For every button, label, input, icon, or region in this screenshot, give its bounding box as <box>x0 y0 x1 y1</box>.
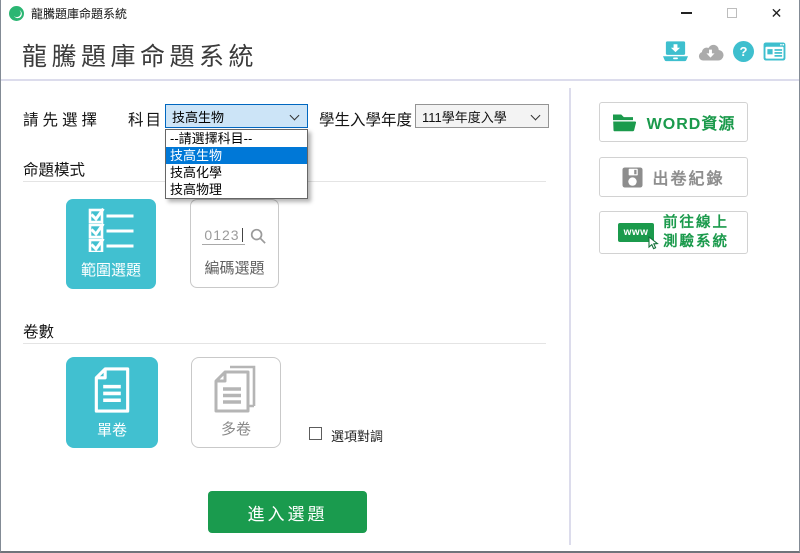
prompt-label: 請先選擇 <box>23 108 101 130</box>
multi-paper-button[interactable]: 多卷 <box>191 357 281 448</box>
checklist-icon <box>88 206 134 252</box>
single-document-icon <box>92 367 132 414</box>
word-resource-label: WORD資源 <box>647 110 736 134</box>
papers-section-title: 卷數 <box>23 320 54 342</box>
header: 龍騰題庫命題系統 ? <box>1 26 799 81</box>
chevron-down-icon <box>531 111 541 121</box>
chevron-down-icon <box>290 111 300 121</box>
enter-selection-label: 進入選題 <box>248 500 328 525</box>
code-input-field[interactable]: 0123 <box>202 227 266 245</box>
window-controls: ✕ <box>664 0 799 26</box>
code-input-value: 0123 <box>204 227 239 243</box>
online-test-label-line2: 測驗系統 <box>663 234 729 250</box>
minimize-icon <box>681 12 692 14</box>
subject-option-physics[interactable]: 技高物理 <box>166 181 307 198</box>
www-label: www <box>624 227 649 238</box>
app-logo-icon <box>9 6 24 21</box>
subject-option-biology[interactable]: 技高生物 <box>166 147 307 164</box>
help-icon[interactable]: ? <box>733 41 754 62</box>
range-select-label: 範圍選題 <box>81 259 141 280</box>
text-caret <box>242 228 243 242</box>
subject-option-chemistry[interactable]: 技高化學 <box>166 164 307 181</box>
code-select-button[interactable]: 0123 編碼選題 <box>190 199 279 288</box>
maximize-button[interactable] <box>709 0 754 26</box>
word-resource-button[interactable]: WORD資源 <box>599 102 748 142</box>
header-icon-group: ? <box>663 41 786 62</box>
app-window: 龍騰題庫命題系統 ✕ 龍騰題庫命題系統 <box>0 0 800 553</box>
www-icon: www <box>618 223 654 242</box>
titlebar: 龍騰題庫命題系統 ✕ <box>1 0 799 26</box>
mode-section-title: 命題模式 <box>23 158 85 180</box>
search-icon <box>250 228 267 245</box>
help-glyph: ? <box>740 44 748 59</box>
online-test-label: 前往線上 測驗系統 <box>663 214 729 250</box>
cursor-arrow-icon <box>647 236 659 250</box>
exam-records-label: 出卷紀錄 <box>652 165 724 189</box>
year-label: 學生入學年度 <box>319 108 412 130</box>
minimize-button[interactable] <box>664 0 709 26</box>
online-test-button[interactable]: www 前往線上 測驗系統 <box>599 211 748 254</box>
subject-option-placeholder[interactable]: --請選擇科目-- <box>166 130 307 147</box>
folder-icon <box>612 112 638 132</box>
subject-label: 科目 <box>128 108 163 130</box>
single-paper-button[interactable]: 單卷 <box>66 357 158 448</box>
titlebar-title: 龍騰題庫命題系統 <box>31 5 127 22</box>
subject-select[interactable]: 技高生物 <box>165 104 308 128</box>
year-select-value: 111學年度入學 <box>422 107 507 126</box>
exam-records-button[interactable]: 出卷紀錄 <box>599 157 748 197</box>
swap-options-checkbox[interactable] <box>309 427 322 440</box>
enter-selection-button[interactable]: 進入選題 <box>208 491 367 533</box>
multi-document-icon <box>214 364 258 414</box>
close-button[interactable]: ✕ <box>754 0 799 26</box>
panel-divider <box>569 88 571 545</box>
page-title: 龍騰題庫命題系統 <box>22 37 258 73</box>
swap-options-label: 選項對調 <box>331 426 383 445</box>
code-select-label: 編碼選題 <box>204 257 264 278</box>
laptop-download-icon[interactable] <box>663 41 688 62</box>
subject-dropdown-list: --請選擇科目-- 技高生物 技高化學 技高物理 <box>165 129 308 199</box>
records-icon[interactable] <box>763 42 786 61</box>
range-select-button[interactable]: 範圍選題 <box>66 199 156 289</box>
subject-select-value: 技高生物 <box>172 107 224 126</box>
single-paper-label: 單卷 <box>97 419 127 440</box>
close-icon: ✕ <box>771 6 783 20</box>
multi-paper-label: 多卷 <box>221 418 251 439</box>
year-select[interactable]: 111學年度入學 <box>415 104 549 128</box>
save-disk-icon <box>622 167 643 188</box>
papers-section-rule <box>23 343 546 344</box>
maximize-icon <box>727 8 737 18</box>
cloud-download-icon[interactable] <box>697 42 724 61</box>
code-input[interactable]: 0123 <box>202 227 244 245</box>
online-test-label-line1: 前往線上 <box>663 215 729 231</box>
